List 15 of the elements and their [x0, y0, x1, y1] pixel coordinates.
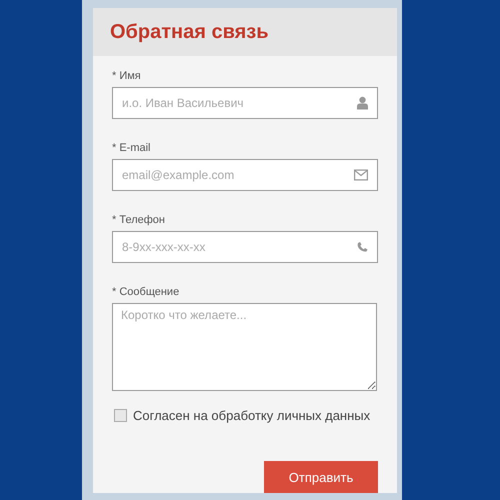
message-field[interactable]: Коротко что желаете...	[112, 303, 377, 391]
field-label: * Сообщение	[112, 286, 180, 298]
field-label: * Имя	[112, 70, 141, 82]
input-field[interactable]: email@example.com	[112, 159, 378, 191]
phone-icon	[357, 242, 368, 252]
submit-button[interactable]: Отправить	[264, 461, 378, 493]
form-title: Обратная связь	[110, 20, 269, 44]
input-field[interactable]: 8-9xx-xxx-xx-xx	[112, 231, 378, 263]
person-icon	[357, 96, 368, 110]
envelope-icon	[354, 170, 368, 180]
checkbox-label[interactable]: Согласен на обработку личных данных	[133, 408, 370, 423]
checkbox[interactable]	[114, 409, 127, 422]
field-label: * E-mail	[112, 142, 151, 154]
input-field[interactable]: и.о. Иван Васильевич	[112, 87, 378, 119]
field-label: * Телефон	[112, 214, 165, 226]
